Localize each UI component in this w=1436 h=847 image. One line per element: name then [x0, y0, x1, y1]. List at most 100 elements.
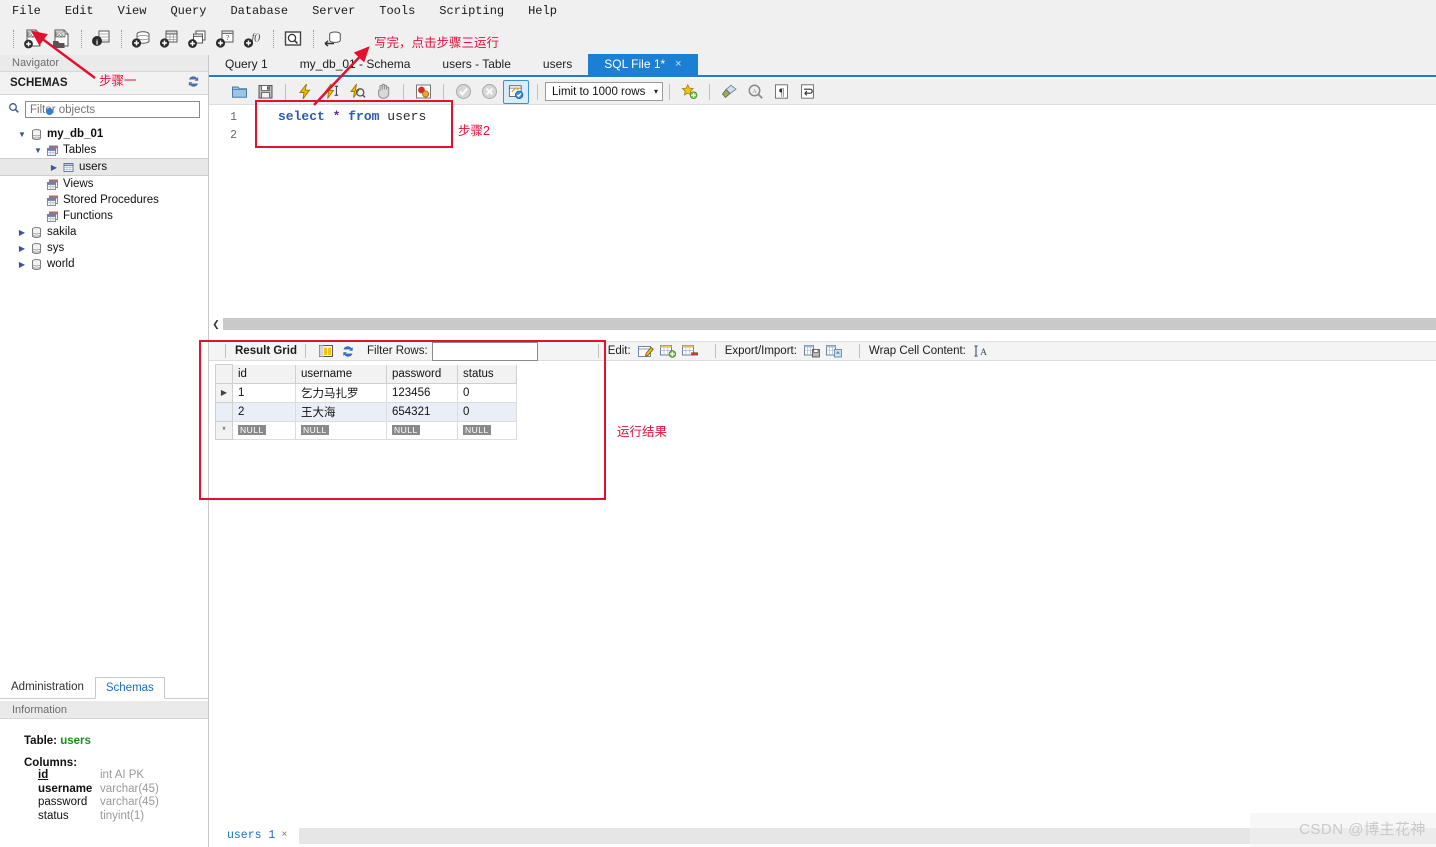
tab-label: SQL File 1*: [604, 57, 666, 71]
menu-item-help[interactable]: Help: [516, 2, 569, 20]
toolbar-separator: [709, 83, 711, 100]
toolbar-separator: [443, 83, 445, 100]
info-column-row: password varchar(45): [38, 796, 208, 810]
info-column-type: varchar(45): [100, 796, 159, 808]
information-header: Information: [0, 701, 208, 719]
toolbar-separator: [858, 344, 861, 358]
chevron-right-icon[interactable]: ▶: [16, 228, 28, 237]
info-column-row: id int AI PK: [38, 769, 208, 783]
beautify-sql-icon[interactable]: [677, 81, 701, 103]
toolbar-separator: [537, 83, 539, 100]
schema-icon: [28, 242, 44, 255]
tab-users-1[interactable]: users 1 ×: [219, 827, 295, 845]
sidebar-item-label: Stored Procedures: [63, 194, 159, 206]
sidebar-item-label: Views: [63, 178, 94, 190]
autocommit-toggle-icon[interactable]: [503, 79, 529, 104]
sidebar-item-label: Functions: [63, 210, 113, 222]
row-limit-select[interactable]: Limit to 1000 rows ▾: [545, 82, 663, 101]
info-columns-label: Columns:: [24, 757, 78, 769]
folder-funcs-icon: [44, 210, 60, 223]
editor-gutter: 1 2: [209, 105, 243, 318]
commit-icon[interactable]: [451, 81, 475, 103]
tab-sql-file-1[interactable]: SQL File 1* ×: [588, 54, 698, 75]
toolbar-separator: [669, 83, 671, 100]
toolbar-separator: [273, 29, 275, 48]
sidebar-item-world[interactable]: ▶ world: [0, 256, 208, 272]
export-recordset-icon[interactable]: [803, 343, 821, 359]
info-table-name: users: [60, 735, 91, 747]
info-column-row: username varchar(45): [38, 783, 208, 797]
chevron-down-icon[interactable]: ▼: [16, 130, 28, 139]
sidebar-item-label: sys: [47, 242, 65, 254]
info-column-name: id: [38, 769, 49, 781]
clear-context-icon[interactable]: [717, 81, 741, 103]
chevron-down-icon[interactable]: ▾: [654, 87, 658, 96]
info-column-name: password: [38, 796, 88, 808]
tab-administration[interactable]: Administration: [0, 676, 95, 698]
table-icon: [60, 161, 76, 174]
sidebar-item-users[interactable]: ▶ users: [0, 158, 208, 176]
info-column-name: status: [38, 809, 69, 822]
rollback-icon[interactable]: [477, 81, 501, 103]
import-recordset-icon[interactable]: [825, 343, 843, 359]
sidebar-item-tables[interactable]: ▼ Tables: [0, 142, 208, 158]
info-table-label: Table:: [24, 735, 58, 747]
menu-item-tools[interactable]: Tools: [367, 2, 427, 20]
row-limit-value: Limit to 1000 rows: [552, 85, 646, 98]
export-import-label: Export/Import:: [724, 345, 797, 357]
scroll-track[interactable]: [223, 318, 1436, 330]
sidebar-item-label: users: [79, 161, 108, 173]
insert-row-icon[interactable]: [659, 343, 677, 359]
tab-users[interactable]: users: [527, 54, 588, 75]
info-column-type: varchar(45): [100, 782, 159, 795]
folder-procs-icon: [44, 194, 60, 207]
sidebar-item-my_db_01[interactable]: ▼ my_db_01: [0, 126, 208, 142]
schema-tree: ▼ my_db_01 ▼ Tables ▶ users Views Stored…: [0, 122, 208, 272]
tab-schemas[interactable]: Schemas: [94, 677, 165, 699]
sidebar-item-label: Tables: [63, 144, 97, 156]
wrap-cell-label: Wrap Cell Content:: [868, 345, 966, 357]
info-column-type: tinyint(1): [100, 809, 145, 822]
watermark-text: CSDN @博主花神: [1299, 821, 1426, 838]
collapse-left-icon[interactable]: ❮: [209, 317, 223, 331]
tab-users-table[interactable]: users - Table: [426, 54, 526, 75]
delete-row-icon[interactable]: [681, 343, 699, 359]
edit-row-icon[interactable]: [637, 343, 655, 359]
invisible-chars-icon[interactable]: ¶: [769, 81, 793, 103]
output-tab-label: users 1: [227, 829, 276, 842]
sidebar-item-stored-procedures[interactable]: Stored Procedures: [0, 192, 208, 208]
menu-item-scripting[interactable]: Scripting: [427, 2, 516, 20]
svg-text:A: A: [752, 89, 757, 95]
sidebar-item-functions[interactable]: Functions: [0, 208, 208, 224]
line-number: 1: [230, 111, 237, 124]
sidebar-item-sakila[interactable]: ▶ sakila: [0, 224, 208, 240]
schema-icon: [28, 226, 44, 239]
wrap-cell-icon[interactable]: A: [972, 343, 990, 359]
chevron-down-icon[interactable]: ▼: [32, 146, 44, 155]
annotation-step-two: 步骤2: [458, 124, 490, 138]
wrap-lines-icon[interactable]: [795, 81, 819, 103]
find-icon[interactable]: A: [743, 81, 767, 103]
chevron-right-icon[interactable]: ▶: [48, 163, 60, 172]
close-icon[interactable]: ×: [281, 827, 287, 845]
sidebar-item-label: world: [47, 258, 75, 270]
line-number: 2: [230, 129, 237, 142]
menu-item-server[interactable]: Server: [300, 2, 367, 20]
svg-text:A: A: [980, 348, 987, 358]
sidebar-item-views[interactable]: Views: [0, 176, 208, 192]
close-icon[interactable]: ×: [675, 54, 681, 75]
info-column-type: int AI PK: [100, 769, 145, 781]
sidebar-item-label: my_db_01: [47, 128, 104, 140]
info-column-name: username: [38, 782, 93, 795]
editor-horizontal-scrollbar[interactable]: ❮: [209, 317, 1436, 331]
create-function-icon[interactable]: f(): [240, 26, 266, 52]
chevron-right-icon[interactable]: ▶: [16, 260, 28, 269]
chevron-right-icon[interactable]: ▶: [16, 244, 28, 253]
annotation-step-one: 步骤一: [99, 74, 137, 88]
information-panel: Table: users Columns: id int AI PK usern…: [0, 719, 208, 827]
svg-text:¶: ¶: [779, 86, 784, 98]
annotation-run-result: 运行结果: [617, 425, 668, 439]
sidebar-item-sys[interactable]: ▶ sys: [0, 240, 208, 256]
schema-icon: [28, 128, 44, 141]
toolbar-separator: [285, 83, 287, 100]
